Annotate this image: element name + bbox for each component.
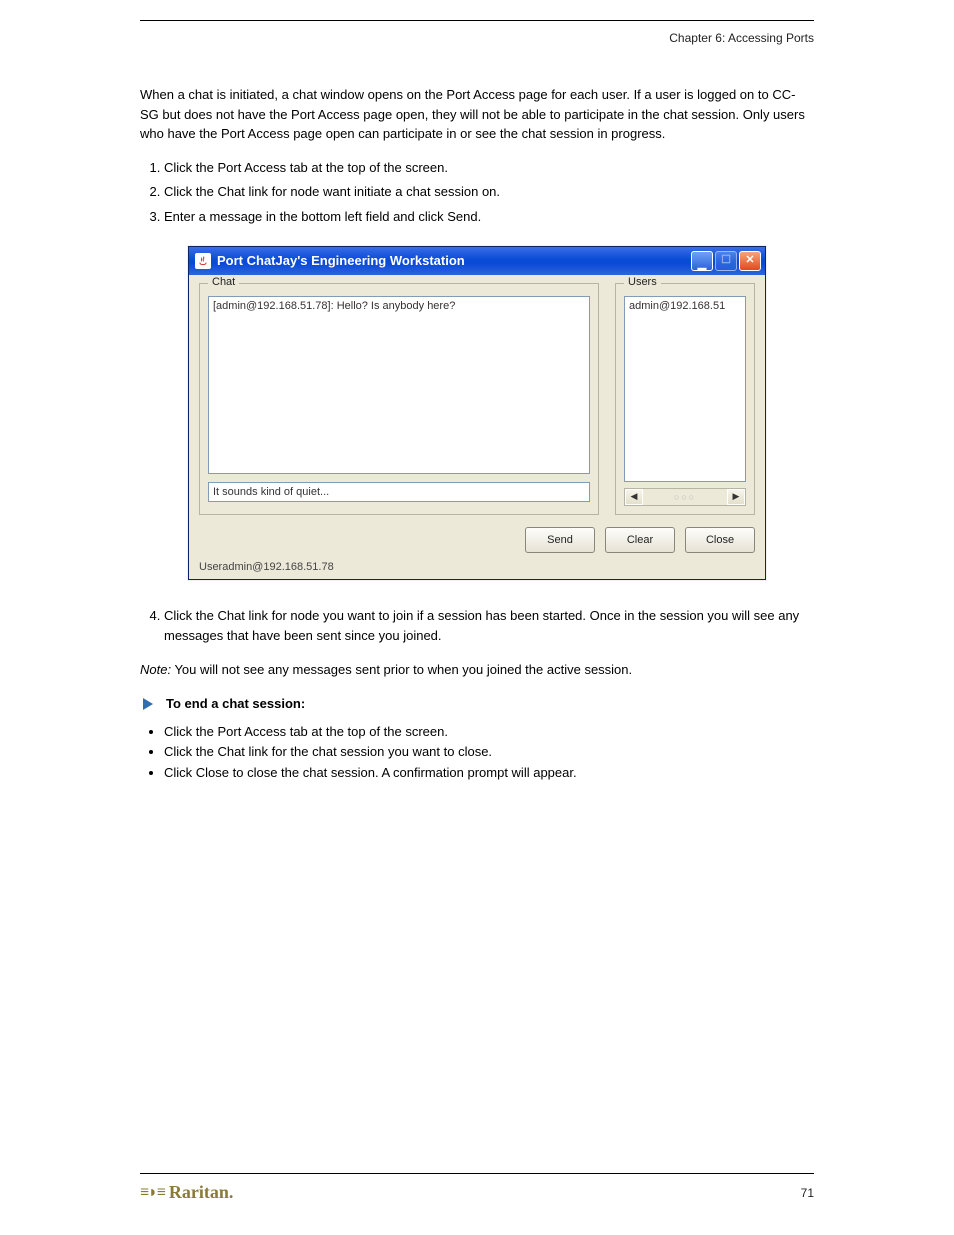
note-row: Note: You will not see any messages sent… [140, 660, 814, 680]
end-step-2: Click the Chat link for the chat session… [164, 742, 814, 763]
note-label: Note: [140, 662, 171, 677]
continue-steps: Click the Chat link for node you want to… [140, 606, 814, 646]
chat-legend: Chat [208, 276, 239, 288]
users-scrollbar[interactable]: ◀ ○○○ ▶ [624, 488, 746, 506]
users-list[interactable]: admin@192.168.51 [624, 296, 746, 482]
scroll-right-icon[interactable]: ▶ [727, 489, 745, 505]
scroll-track[interactable]: ○○○ [643, 489, 727, 505]
step-3: Enter a message in the bottom left field… [164, 207, 814, 228]
brand-text: Raritan. [169, 1182, 234, 1203]
minimize-button[interactable]: ▁ [691, 251, 713, 271]
dialog-title: Port ChatJay's Engineering Workstation [217, 253, 691, 268]
step-1: Click the Port Access tab at the top of … [164, 158, 814, 179]
chat-input[interactable]: It sounds kind of quiet... [208, 482, 590, 502]
triangle-icon [140, 696, 156, 712]
window-close-button[interactable]: ✕ [739, 251, 761, 271]
note-text: You will not see any messages sent prior… [171, 662, 632, 677]
end-heading-text: To end a chat session: [166, 696, 305, 711]
chapter-header: Chapter 6: Accessing Ports [140, 31, 814, 45]
end-steps: Click the Port Access tab at the top of … [140, 722, 814, 784]
status-bar: Useradmin@192.168.51.78 [189, 559, 765, 579]
step-4: Click the Chat link for node you want to… [164, 606, 814, 646]
intro-steps: Click the Port Access tab at the top of … [140, 158, 814, 228]
close-button[interactable]: Close [685, 527, 755, 553]
page-number: 71 [801, 1186, 814, 1200]
clear-button[interactable]: Clear [605, 527, 675, 553]
brand-logo: ≡◗≡ Raritan. [140, 1182, 233, 1203]
users-legend: Users [624, 276, 661, 288]
intro-paragraph: When a chat is initiated, a chat window … [140, 85, 814, 144]
end-chat-heading: To end a chat session: [140, 696, 814, 712]
end-step-3: Click Close to close the chat session. A… [164, 763, 814, 784]
end-step-1: Click the Port Access tab at the top of … [164, 722, 814, 743]
scroll-left-icon[interactable]: ◀ [625, 489, 643, 505]
maximize-button[interactable]: ☐ [715, 251, 737, 271]
chat-history[interactable]: [admin@192.168.51.78]: Hello? Is anybody… [208, 296, 590, 474]
send-button[interactable]: Send [525, 527, 595, 553]
users-fieldset: Users admin@192.168.51 ◀ ○○○ ▶ [615, 283, 755, 515]
logo-mark-icon: ≡◗≡ [140, 1184, 165, 1202]
step-2: Click the Chat link for node want initia… [164, 182, 814, 203]
dialog-titlebar[interactable]: Port ChatJay's Engineering Workstation ▁… [189, 247, 765, 275]
chat-fieldset: Chat [admin@192.168.51.78]: Hello? Is an… [199, 283, 599, 515]
port-chat-dialog: Port ChatJay's Engineering Workstation ▁… [188, 246, 766, 580]
java-icon [195, 253, 211, 269]
